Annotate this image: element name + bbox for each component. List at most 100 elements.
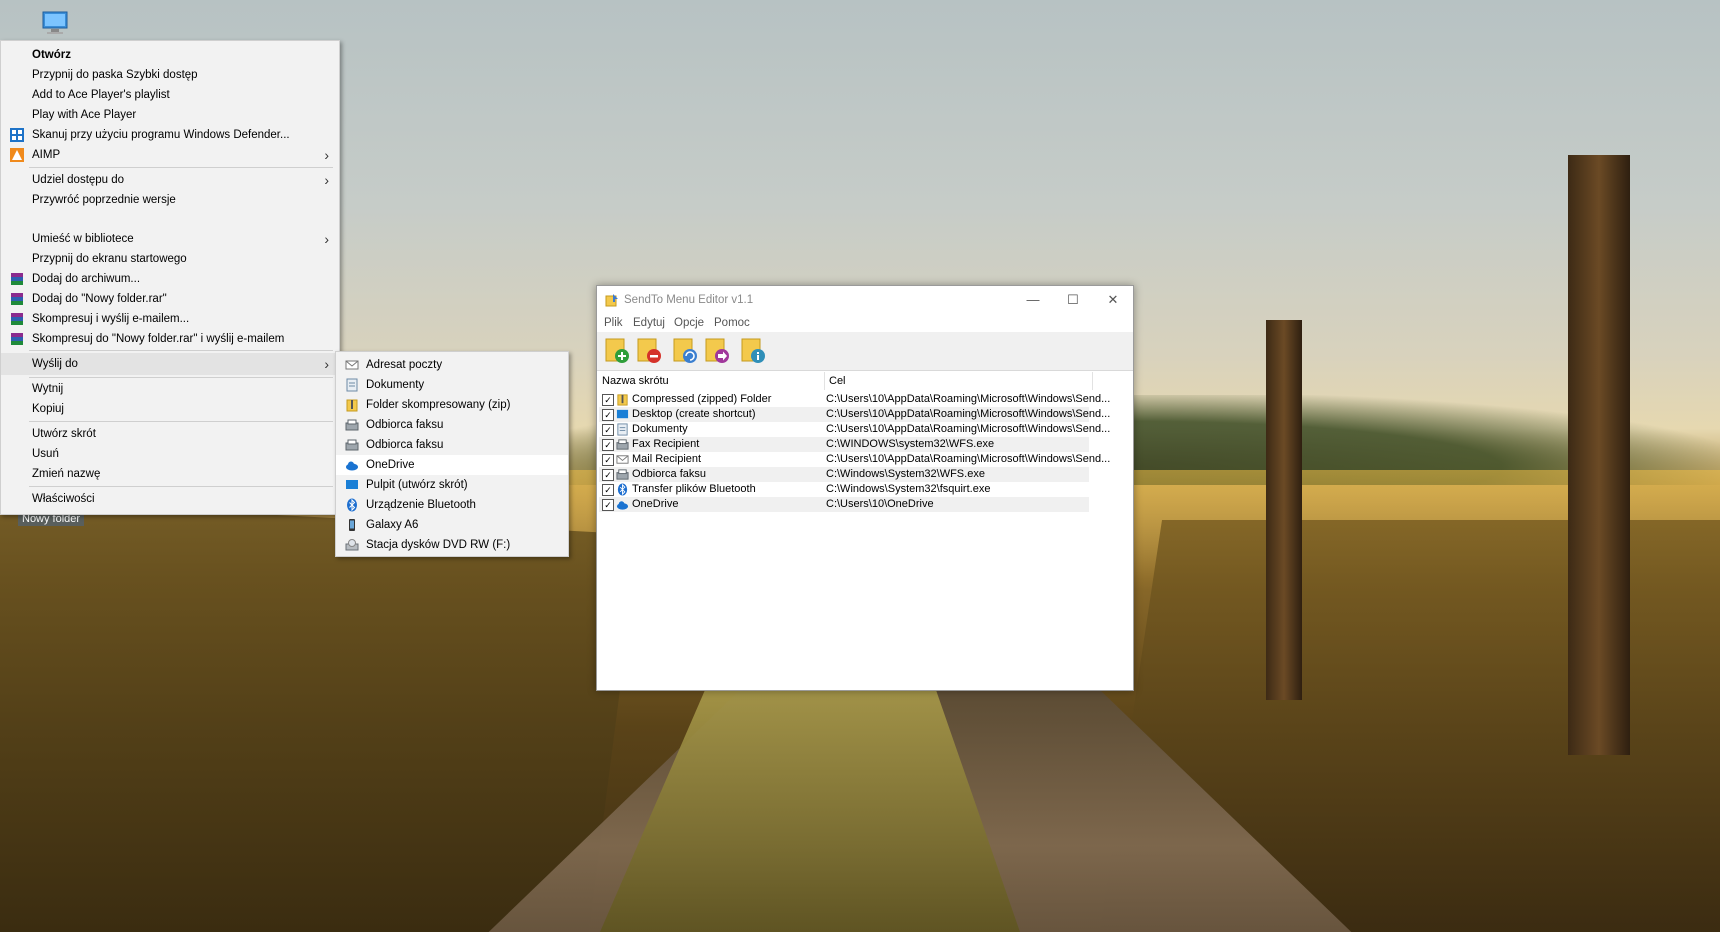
refresh-icon[interactable] — [671, 336, 701, 366]
table-row[interactable]: ✓ Mail Recipient C:\Users\10\AppData\Roa… — [599, 452, 1110, 467]
menu-item-include-library[interactable]: Umieść w bibliotece › — [1, 229, 339, 249]
submenu-item-galaxy[interactable]: Galaxy A6 — [336, 515, 568, 535]
menu-item-add-rar[interactable]: Dodaj do "Nowy folder.rar" — [1, 289, 339, 309]
close-button[interactable]: ✕ — [1093, 286, 1133, 314]
title-bar[interactable]: SendTo Menu Editor v1.1 — ☐ ✕ — [597, 286, 1133, 314]
row-checkbox[interactable]: ✓ — [602, 394, 614, 406]
menu-item-give-access[interactable]: Udziel dostępu do › — [1, 170, 339, 190]
row-name: OneDrive — [632, 498, 679, 510]
chevron-right-icon: › — [324, 172, 329, 188]
menu-item-cut[interactable]: Wytnij — [1, 379, 339, 399]
menu-item-label: Dodaj do archiwum... — [32, 273, 141, 285]
menu-opcje[interactable]: Opcje — [674, 314, 704, 332]
bluetooth-icon — [347, 498, 357, 512]
menu-item-rename[interactable]: Zmień nazwę — [1, 464, 339, 484]
dvd-drive-icon — [345, 539, 359, 551]
menu-item-ace-playlist[interactable]: Add to Ace Player's playlist — [1, 85, 339, 105]
menu-pomoc[interactable]: Pomoc — [714, 314, 750, 332]
submenu-item-zip[interactable]: Folder skompresowany (zip) — [336, 395, 568, 415]
menu-item-pin-start[interactable]: Przypnij do ekranu startowego — [1, 249, 339, 269]
menu-item-compress-rar-email[interactable]: Skompresuj do "Nowy folder.rar" i wyślij… — [1, 329, 339, 349]
submenu-item-fax-2[interactable]: Odbiorca faksu — [336, 435, 568, 455]
fax-icon — [616, 469, 629, 480]
menu-item-send-to[interactable]: Wyślij do › — [1, 353, 339, 375]
mail-icon — [345, 360, 359, 370]
add-icon[interactable] — [603, 336, 633, 366]
menu-item-label: Umieść w bibliotece — [32, 233, 134, 245]
documents-icon — [346, 378, 358, 392]
menu-item-label: Zmień nazwę — [32, 468, 101, 480]
submenu-item-label: Dokumenty — [366, 379, 425, 391]
submenu-item-desktop[interactable]: Pulpit (utwórz skrót) — [336, 475, 568, 495]
submenu-item-fax-1[interactable]: Odbiorca faksu — [336, 415, 568, 435]
submenu-item-label: Stacja dysków DVD RW (F:) — [366, 539, 511, 551]
row-name: Desktop (create shortcut) — [632, 408, 756, 420]
row-target: C:\Users\10\OneDrive — [826, 498, 934, 510]
table-row[interactable]: ✓ Odbiorca faksu C:\Windows\System32\WFS… — [599, 467, 1089, 482]
menu-item-properties[interactable]: Właściwości — [1, 489, 339, 509]
remove-icon[interactable] — [635, 336, 665, 366]
fax-icon — [616, 439, 629, 450]
row-checkbox[interactable]: ✓ — [602, 454, 614, 466]
row-checkbox[interactable]: ✓ — [602, 499, 614, 511]
menu-item-copy[interactable]: Kopiuj — [1, 399, 339, 419]
table-row[interactable]: ✓ Dokumenty C:\Users\10\AppData\Roaming\… — [599, 422, 1110, 437]
fax-icon — [345, 419, 359, 431]
row-target: C:\Users\10\AppData\Roaming\Microsoft\Wi… — [826, 453, 1111, 465]
submenu-item-bluetooth[interactable]: Urządzenie Bluetooth — [336, 495, 568, 515]
row-name: Odbiorca faksu — [632, 468, 706, 480]
winrar-icon — [11, 293, 23, 305]
menu-item-add-archive[interactable]: Dodaj do archiwum... — [1, 269, 339, 289]
table-row[interactable]: ✓ Desktop (create shortcut) C:\Users\10\… — [599, 407, 1110, 422]
menu-item-aimp[interactable]: AIMP › — [1, 145, 339, 165]
column-header-name[interactable]: Nazwa skrótu — [599, 372, 825, 390]
zip-folder-icon — [346, 399, 358, 412]
row-checkbox[interactable]: ✓ — [602, 409, 614, 421]
row-checkbox[interactable]: ✓ — [602, 469, 614, 481]
menu-separator — [29, 486, 333, 487]
table-row[interactable]: ✓ OneDrive C:\Users\10\OneDrive — [599, 497, 1089, 512]
sendto-editor-window: SendTo Menu Editor v1.1 — ☐ ✕ Plik Edytu… — [596, 285, 1134, 691]
menu-item-create-shortcut[interactable]: Utwórz skrót — [1, 424, 339, 444]
column-header-target[interactable]: Cel — [825, 372, 1093, 390]
row-name: Fax Recipient — [632, 438, 700, 450]
submenu-item-documents[interactable]: Dokumenty — [336, 375, 568, 395]
submenu-item-dvd[interactable]: Stacja dysków DVD RW (F:) — [336, 535, 568, 555]
fax-icon — [345, 439, 359, 451]
this-pc-icon[interactable] — [40, 10, 70, 38]
row-checkbox[interactable]: ✓ — [602, 484, 614, 496]
menu-edytuj[interactable]: Edytuj — [633, 314, 665, 332]
menu-item-label: Kopiuj — [32, 403, 64, 415]
maximize-button[interactable]: ☐ — [1053, 286, 1093, 314]
submenu-item-label: OneDrive — [366, 459, 415, 471]
info-icon[interactable] — [739, 336, 769, 366]
menu-item-delete[interactable]: Usuń — [1, 444, 339, 464]
menu-plik[interactable]: Plik — [604, 314, 623, 332]
menu-item-restore-versions[interactable]: Przywróć poprzednie wersje — [1, 190, 339, 210]
table-row[interactable]: ✓ Fax Recipient C:\WINDOWS\system32\WFS.… — [599, 437, 1089, 452]
chevron-right-icon: › — [324, 231, 329, 247]
submenu-item-label: Urządzenie Bluetooth — [366, 499, 476, 511]
submenu-item-onedrive[interactable]: OneDrive — [336, 455, 568, 475]
row-name: Mail Recipient — [632, 453, 702, 465]
chevron-right-icon: › — [324, 147, 329, 163]
menu-item-compress-email[interactable]: Skompresuj i wyślij e-mailem... — [1, 309, 339, 329]
chevron-right-icon: › — [324, 356, 329, 372]
menu-item-open[interactable]: Otwórz — [1, 45, 339, 65]
submenu-item-mail[interactable]: Adresat poczty — [336, 355, 568, 375]
menu-item-pin-quick-access[interactable]: Przypnij do paska Szybki dostęp — [1, 65, 339, 85]
minimize-button[interactable]: — — [1013, 286, 1053, 314]
row-name: Transfer plików Bluetooth — [632, 483, 756, 495]
context-menu: Otwórz Przypnij do paska Szybki dostęp A… — [0, 40, 340, 515]
row-checkbox[interactable]: ✓ — [602, 424, 614, 436]
fence-post-small — [1266, 320, 1302, 700]
menu-item-defender-scan[interactable]: Skanuj przy użyciu programu Windows Defe… — [1, 125, 339, 145]
window-title: SendTo Menu Editor v1.1 — [624, 294, 754, 306]
table-row[interactable]: ✓ Transfer plików Bluetooth C:\Windows\S… — [599, 482, 1089, 497]
row-name: Compressed (zipped) Folder — [632, 393, 772, 405]
send-icon[interactable] — [703, 336, 733, 366]
menu-item-ace-play[interactable]: Play with Ace Player — [1, 105, 339, 125]
table-row[interactable]: ✓ Compressed (zipped) Folder C:\Users\10… — [599, 392, 1110, 407]
menu-item-label: Utwórz skrót — [32, 428, 96, 440]
row-checkbox[interactable]: ✓ — [602, 439, 614, 451]
